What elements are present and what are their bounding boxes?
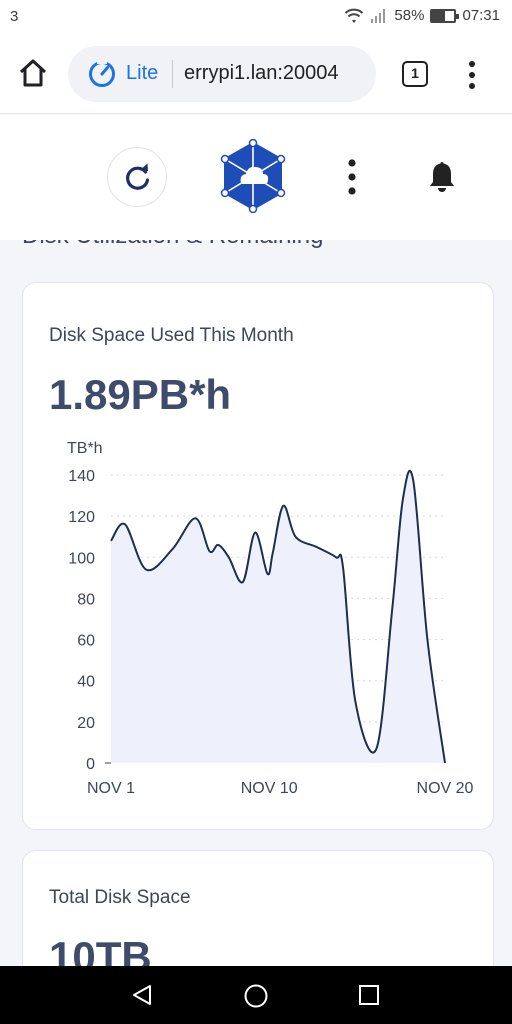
clock: 07:31 [462,7,500,24]
y-tick-label: 140 [68,468,95,485]
disk-usage-chart: TB*h 0 20 40 60 80 100 120 140 NOV 1 NOV 10 NOV 20 [67,440,474,797]
app-menu-icon[interactable] [340,155,364,199]
storj-logo-icon [220,139,286,213]
browser-toolbar: Lite errypi1.lan:20004 1 [0,34,512,114]
battery-percent: 58% [394,7,425,24]
y-tick-label: 60 [77,633,95,650]
y-tick-label: 100 [68,550,95,567]
system-nav-bar [0,966,512,1024]
signal-icon [371,8,386,23]
y-axis-label: TB*h [67,440,103,457]
app-header [0,115,512,240]
y-tick-label: 120 [68,509,95,526]
wifi-icon [345,8,364,23]
battery-icon [430,8,460,23]
lite-mode-label[interactable]: Lite [126,62,158,85]
url-divider [172,60,173,88]
refresh-button[interactable] [107,147,167,207]
recent-apps-icon[interactable] [358,984,380,1006]
y-tick-label: 20 [77,715,95,732]
y-tick-label: 0 [86,756,95,773]
home-icon[interactable] [16,56,50,90]
home-nav-icon[interactable] [243,983,269,1009]
y-tick-label: 40 [77,674,95,691]
back-icon[interactable] [130,983,154,1007]
x-tick-label: NOV 10 [241,780,298,797]
status-bar: 3 58% 07:31 [0,0,512,34]
disk-used-card: Disk Space Used This Month 1.89PB*h TB*h… [22,282,494,830]
notifications-bell-icon[interactable] [424,159,460,195]
x-tick-label: NOV 1 [87,780,135,797]
series-area [111,470,445,763]
lite-mode-icon[interactable] [88,60,116,88]
notification-count: 3 [10,8,19,25]
y-tick-label: 80 [77,591,95,608]
tab-switcher-button[interactable]: 1 [402,61,428,87]
more-vert-icon[interactable] [462,58,482,92]
total-disk-label: Total Disk Space [49,887,191,908]
url-text[interactable]: errypi1.lan:20004 [184,62,370,85]
x-tick-label: NOV 20 [417,780,474,797]
address-bar[interactable]: Lite errypi1.lan:20004 [68,46,376,102]
refresh-icon [126,163,150,190]
